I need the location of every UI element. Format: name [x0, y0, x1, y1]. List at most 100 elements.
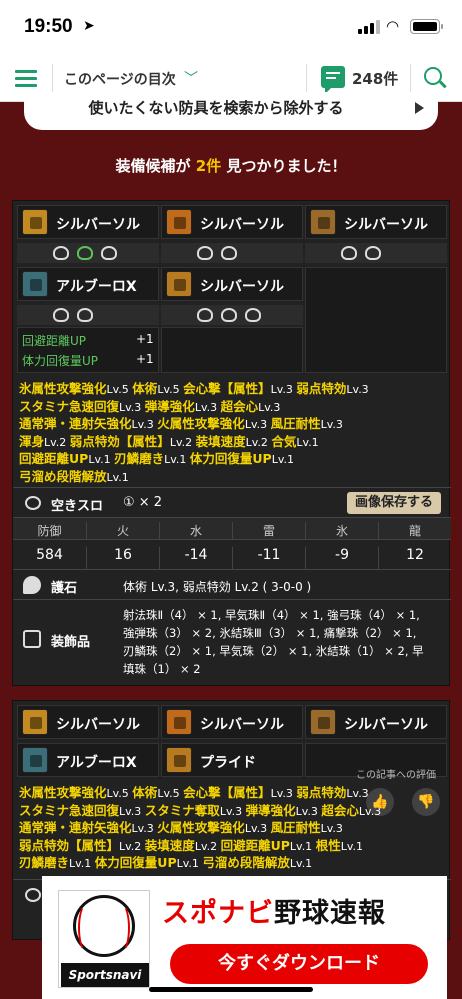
armor-name: シルバーソル: [344, 717, 428, 733]
stat-value: -11: [232, 547, 305, 570]
slot-icon: [77, 308, 93, 322]
armor-name: アルブーロX: [56, 755, 137, 771]
thumbs-down-icon[interactable]: 👎: [412, 788, 440, 816]
toc-dropdown[interactable]: このページの目次: [64, 69, 176, 89]
waist-icon: [22, 747, 48, 773]
armor-name: シルバーソル: [200, 217, 284, 233]
skill-level: Lv.3: [270, 383, 297, 396]
ad-headline-black: 野球速報: [274, 898, 386, 929]
slot-icon: [221, 246, 237, 260]
baseball-icon: [73, 895, 135, 957]
skill-level: Lv.1: [289, 839, 316, 853]
comment-icon[interactable]: [321, 66, 345, 94]
thumbs-up-icon[interactable]: 👍: [366, 788, 394, 816]
search-icon[interactable]: [424, 67, 442, 85]
bonus-cell: 回避距離UP +1 体力回復量UP +1: [17, 327, 159, 373]
stat-header: 水: [159, 522, 232, 540]
slot-row: [17, 243, 159, 263]
armor-name: シルバーソル: [200, 279, 284, 295]
skill-line: 渾身Lv.2 弱点特効【属性】Lv.2 装填速度Lv.2 合気Lv.1: [19, 434, 449, 452]
skill-name: 根性: [315, 837, 341, 853]
skill-level: Lv.3: [131, 822, 158, 835]
skill-level: Lv.1: [296, 435, 319, 449]
skill-name: 超会心: [220, 398, 259, 414]
armor-name: アルブーロX: [56, 279, 137, 295]
skill-level: Lv.2: [169, 435, 196, 449]
skill-level: Lv.3: [346, 383, 369, 396]
stat-header: 防御: [37, 524, 62, 538]
skill-name: 弱点特効: [296, 381, 347, 396]
skill-level: Lv.1: [289, 857, 313, 870]
decoration-line: 射法珠Ⅱ（4） × 1, 早気珠Ⅱ（4） × 1, 強弓珠（4） × 1,: [123, 608, 420, 622]
skill-name: 会心撃【属性】: [183, 381, 271, 396]
skill-name: 弾導強化: [245, 802, 296, 818]
skill-name: 会心撃【属性】: [183, 785, 271, 800]
rating-widget: この記事への評価 👍 👎: [352, 764, 452, 826]
skill-level: Lv.3: [270, 787, 297, 800]
wifi-icon: ◠: [386, 17, 400, 35]
chevron-down-icon[interactable]: ﹀: [184, 68, 198, 88]
skill-level: Lv.3: [295, 804, 322, 818]
leg-icon: [166, 747, 192, 773]
stats-header: 防御 火水雷氷龍: [13, 517, 451, 540]
skill-name: 風圧耐性: [270, 416, 321, 431]
skill-name: 刃鱗磨き: [19, 855, 70, 870]
skill-level: Lv.1: [164, 453, 190, 466]
slot-icon: [197, 246, 213, 260]
exclude-armor-button[interactable]: 使いたくない防具を検索から除外する: [24, 92, 438, 130]
skill-level: Lv.5: [106, 383, 133, 396]
slot-row: [161, 305, 303, 325]
slot-icon: [221, 308, 237, 322]
charm-label: 護石: [51, 581, 78, 596]
skill-level: Lv.1: [106, 470, 129, 484]
skill-line: 刃鱗磨きLv.1 体力回復量UPLv.1 弓溜め段階解放Lv.1: [19, 855, 449, 873]
armor-name: シルバーソル: [56, 217, 140, 233]
skill-name: 刃鱗磨き: [114, 451, 165, 466]
download-button[interactable]: 今すぐダウンロード: [170, 944, 428, 984]
chest-icon: [166, 209, 192, 235]
skill-name: 通常弾・連射矢強化: [19, 820, 132, 835]
skill-name: 弱点特効: [296, 785, 347, 800]
divider: [410, 64, 411, 94]
armor-cell-helm: シルバーソル: [17, 705, 159, 739]
leg-icon: [166, 271, 192, 297]
skill-name: 火属性攻撃強化: [157, 416, 245, 431]
skill-level: Lv.3: [194, 400, 221, 414]
skill-name: 装填速度: [195, 433, 246, 449]
skill-name: 弓溜め段階解放: [202, 855, 290, 870]
hamburger-menu-icon[interactable]: [15, 70, 37, 87]
battery-icon: [410, 19, 443, 34]
result-prefix: 装備候補が: [115, 157, 191, 175]
decoration-label: 装飾品: [51, 635, 91, 650]
skill-line: 弓溜め段階解放Lv.1: [19, 469, 449, 487]
result-count: 2件: [195, 157, 222, 175]
ad-banner[interactable]: Sportsnavi スポナビ野球速報 今すぐダウンロード: [42, 876, 447, 999]
slot-icon: [53, 308, 69, 322]
save-image-button[interactable]: 画像保存する: [347, 492, 441, 514]
brand-label: Sportsnavi: [61, 963, 149, 987]
skill-level: Lv.1: [176, 857, 203, 870]
bonus-label: 回避距離UP: [22, 334, 87, 348]
skill-level: Lv.2: [44, 435, 70, 449]
armor-cell-legs: シルバーソル: [161, 267, 303, 301]
skill-name: 氷属性攻撃強化: [19, 381, 107, 396]
skill-level: Lv.2: [194, 839, 221, 853]
slot-icon: [25, 888, 41, 902]
skill-level: Lv.3: [320, 822, 343, 835]
arrow-right-icon: [415, 102, 424, 114]
skill-name: 風圧耐性: [270, 820, 321, 835]
armor-cell-chest: シルバーソル: [161, 205, 303, 239]
skill-name: 渾身: [19, 433, 45, 449]
armor-name: シルバーソル: [56, 717, 140, 733]
skill-level: Lv.3: [119, 804, 145, 818]
bonus-value: +1: [136, 332, 154, 346]
skill-name: 氷属性攻撃強化: [19, 785, 107, 800]
skill-level: Lv.2: [245, 435, 272, 449]
armor-cell-legs: プライド: [161, 743, 303, 777]
skill-name: 回避距離UP: [19, 451, 89, 466]
decoration-icon: [23, 630, 41, 648]
slot-icon: [197, 308, 213, 322]
comment-count[interactable]: 248件: [352, 68, 398, 89]
skill-line: 通常弾・連射矢強化Lv.3 火属性攻撃強化Lv.3 風圧耐性Lv.3: [19, 416, 449, 434]
decoration-list: 射法珠Ⅱ（4） × 1, 早気珠Ⅱ（4） × 1, 強弓珠（4） × 1, 強弾珠…: [123, 606, 447, 678]
